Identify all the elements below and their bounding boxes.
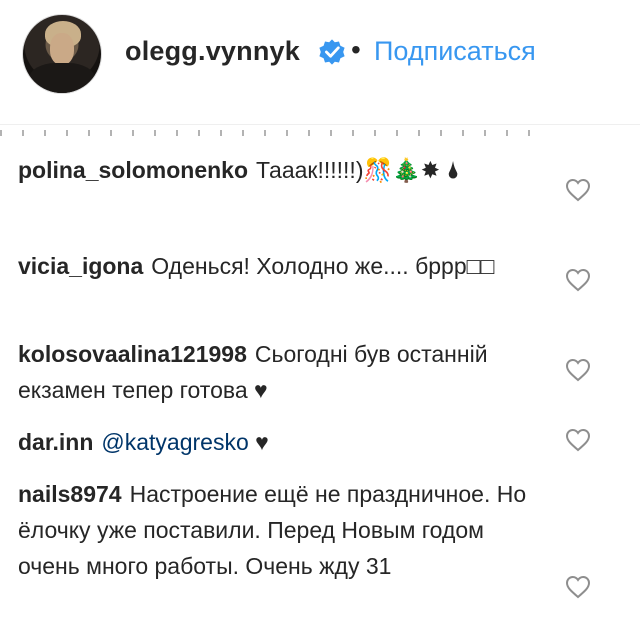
heart-outline-icon[interactable] (565, 358, 591, 382)
comment-item: vicia_igona Оденься! Холодно же.... бррр□… (18, 248, 548, 284)
heart-outline-icon[interactable] (565, 178, 591, 202)
comment-username[interactable]: kolosovaalina121998 (18, 341, 247, 367)
comment-username[interactable]: dar.inn (18, 429, 93, 455)
username-link[interactable]: olegg.vynnyk (125, 36, 300, 67)
comment-item: nails8974 Настроение ещё не праздничное. … (18, 476, 548, 584)
comment-mention[interactable]: @katyagresko (101, 429, 248, 455)
heart-outline-icon[interactable] (565, 575, 591, 599)
comment-item: dar.inn @katyagresko ♥ (18, 424, 548, 460)
comment-item: kolosovaalina121998 Сьогодні був останній… (18, 336, 548, 408)
comment-item: polina_solomonenko Тааак!!!!!!)🎊🎄✸ 🌢 (18, 152, 548, 188)
avatar[interactable] (22, 14, 102, 94)
avatar-face (50, 33, 74, 65)
comment-text: ♥ (255, 429, 269, 455)
truncated-comment-edge (0, 130, 530, 136)
header-divider (0, 124, 640, 125)
comment-username[interactable]: vicia_igona (18, 253, 143, 279)
comment-username[interactable]: polina_solomonenko (18, 157, 248, 183)
follow-button[interactable]: Подписаться (374, 36, 536, 67)
post-header: olegg.vynnyk • Подписаться (0, 0, 640, 110)
heart-outline-icon[interactable] (565, 268, 591, 292)
verified-badge-icon (319, 39, 345, 65)
comment-text: Тааак!!!!!!)🎊🎄✸ 🌢 (256, 157, 461, 183)
heart-outline-icon[interactable] (565, 428, 591, 452)
separator-dot: • (351, 34, 361, 65)
avatar-coat (29, 63, 95, 93)
comment-username[interactable]: nails8974 (18, 481, 122, 507)
comment-text: Оденься! Холодно же.... бррр□□ (151, 253, 495, 279)
